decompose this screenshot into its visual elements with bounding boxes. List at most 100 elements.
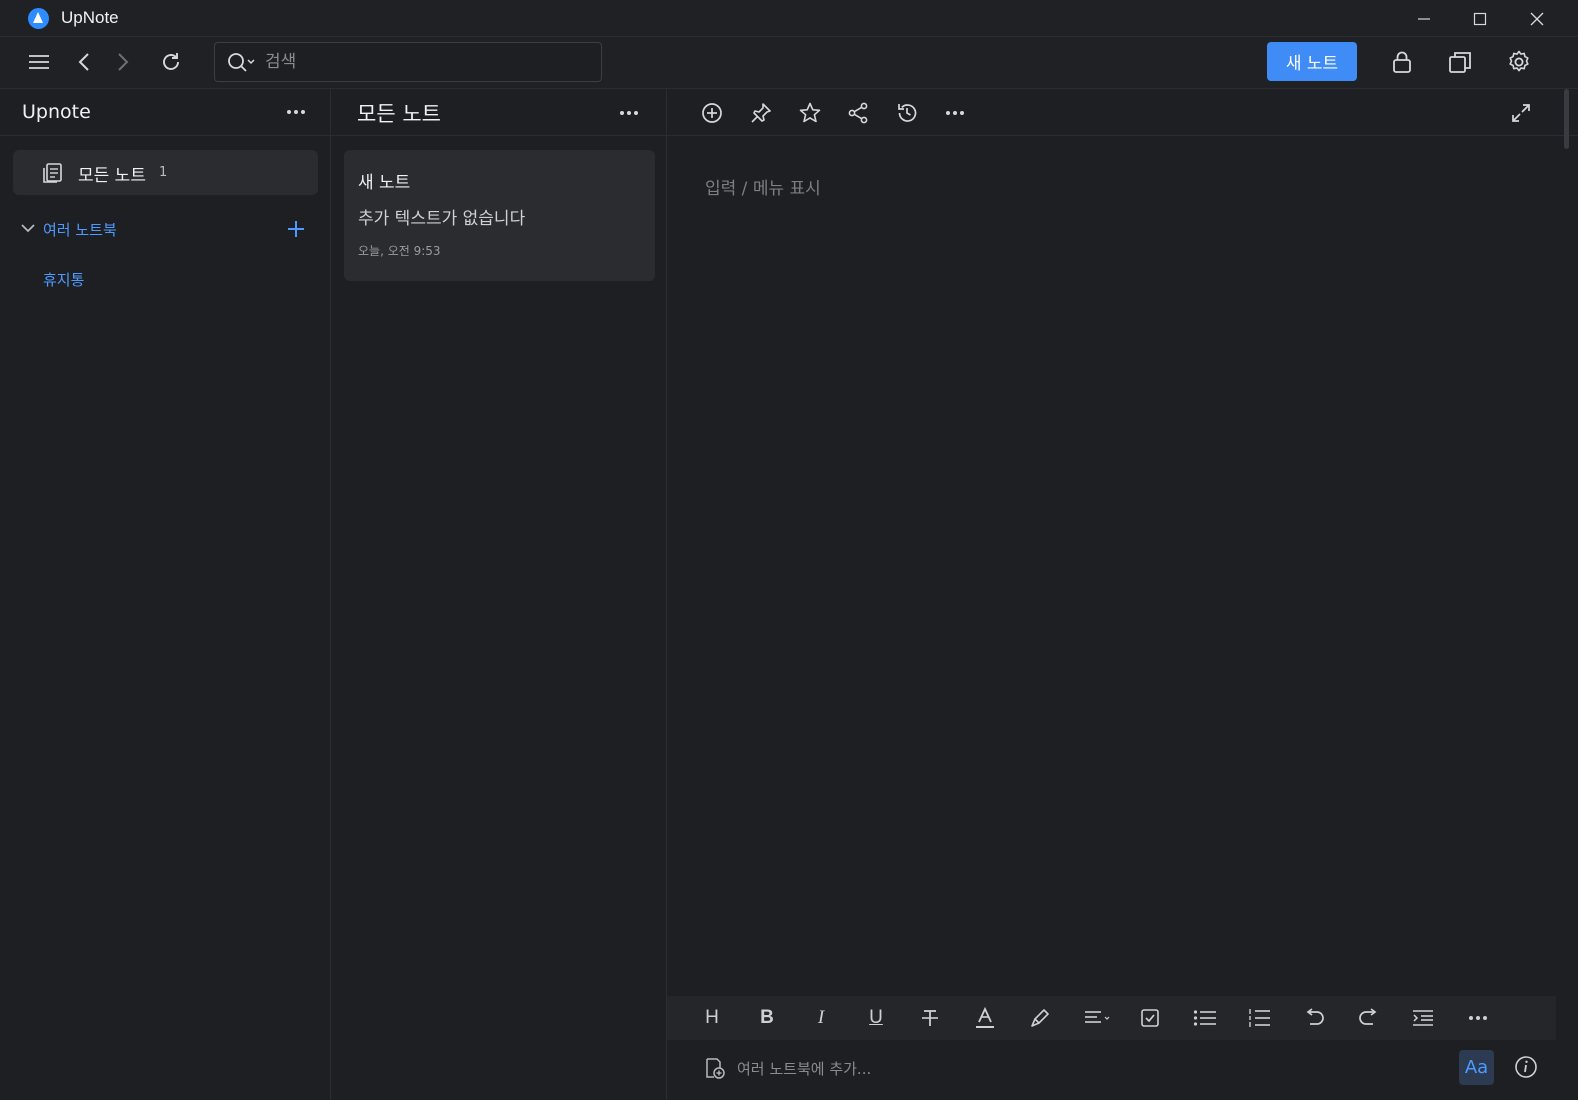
star-icon xyxy=(799,102,821,123)
text-color-button[interactable] xyxy=(968,1003,1002,1033)
plus-icon xyxy=(288,221,304,237)
forward-button[interactable] xyxy=(105,44,141,80)
highlighter-icon xyxy=(1031,1009,1049,1027)
add-notebook-icon[interactable] xyxy=(703,1057,725,1079)
note-date: 오늘, 오전 9:53 xyxy=(358,244,441,258)
sidebar-item-trash[interactable]: 휴지통 xyxy=(43,269,84,290)
search-icon xyxy=(227,52,259,74)
share-icon xyxy=(848,102,868,124)
app-logo-icon xyxy=(28,8,49,29)
note-list-title: 모든 노트 xyxy=(357,102,441,126)
more-horizontal-icon xyxy=(620,111,638,115)
align-left-icon xyxy=(1085,1011,1110,1023)
strikethrough-icon xyxy=(922,1010,938,1026)
main-toolbar: 새 노트 xyxy=(0,37,1578,89)
editor-scrollbar[interactable] xyxy=(1564,89,1569,149)
more-horizontal-icon xyxy=(946,111,964,115)
history-icon xyxy=(898,104,917,122)
underline-button[interactable]: U xyxy=(859,1003,893,1033)
all-notes-count: 1 xyxy=(159,165,168,180)
sidebar: Upnote 모든 노트 1 여러 노트북 휴지통 xyxy=(0,89,331,1100)
sidebar-item-all-notes[interactable]: 모든 노트 1 xyxy=(13,150,318,195)
editor-more-button[interactable] xyxy=(939,98,971,128)
hamburger-icon xyxy=(29,55,49,69)
new-note-button[interactable]: 새 노트 xyxy=(1267,42,1357,81)
bullet-list-icon xyxy=(1193,1010,1216,1026)
chevron-left-icon xyxy=(78,53,89,71)
highlight-button[interactable] xyxy=(1023,1003,1057,1033)
search-box[interactable] xyxy=(214,42,602,82)
notes-icon xyxy=(41,162,63,184)
heading-button[interactable]: H xyxy=(695,1003,729,1033)
maximize-button[interactable] xyxy=(1460,4,1500,34)
info-button[interactable] xyxy=(1513,1054,1539,1080)
new-window-button[interactable] xyxy=(1442,44,1478,80)
search-input[interactable] xyxy=(265,49,585,75)
notebooks-label: 여러 노트북 xyxy=(43,221,117,239)
indent-button[interactable] xyxy=(1406,1003,1440,1033)
chevron-down-icon[interactable] xyxy=(20,223,36,233)
align-button[interactable] xyxy=(1078,1003,1118,1033)
redo-button[interactable] xyxy=(1352,1003,1386,1033)
sidebar-header: Upnote xyxy=(0,89,330,136)
checkbox-icon xyxy=(1141,1009,1159,1027)
favorite-button[interactable] xyxy=(794,98,826,128)
pin-icon xyxy=(751,103,771,123)
expand-button[interactable] xyxy=(1505,98,1537,128)
pin-button[interactable] xyxy=(745,98,777,128)
all-notes-label: 모든 노트 xyxy=(78,166,146,186)
sidebar-more-button[interactable] xyxy=(281,100,311,124)
checklist-button[interactable] xyxy=(1133,1003,1167,1033)
note-list-panel: 모든 노트 새 노트 추가 텍스트가 없습니다 오늘, 오전 9:53 xyxy=(331,89,667,1100)
sidebar-item-notebooks[interactable]: 여러 노트북 xyxy=(0,214,330,244)
window-title: UpNote xyxy=(61,8,119,27)
note-title: 새 노트 xyxy=(358,173,411,193)
minimize-icon xyxy=(1418,18,1430,20)
editor-panel: 입력 / 메뉴 표시 H B I U 여러 노트북에 추가... Aa xyxy=(667,89,1578,1100)
refresh-button[interactable] xyxy=(153,44,189,80)
undo-icon xyxy=(1306,1008,1324,1025)
sidebar-title: Upnote xyxy=(22,101,91,123)
redo-icon xyxy=(1359,1008,1377,1025)
chevron-right-icon xyxy=(118,53,129,71)
editor-toolbar xyxy=(667,89,1578,136)
plus-circle-icon xyxy=(702,103,722,123)
share-button[interactable] xyxy=(842,98,874,128)
italic-button[interactable]: I xyxy=(804,1003,838,1033)
font-settings-button[interactable]: Aa xyxy=(1459,1050,1494,1085)
note-preview: 추가 텍스트가 없습니다 xyxy=(358,209,526,229)
more-horizontal-icon xyxy=(1469,1016,1487,1020)
menu-button[interactable] xyxy=(21,44,57,80)
add-to-notebook-input[interactable]: 여러 노트북에 추가... xyxy=(737,1058,871,1079)
back-button[interactable] xyxy=(66,44,102,80)
editor-footer: 여러 노트북에 추가... Aa xyxy=(667,1044,1578,1090)
close-icon xyxy=(1530,12,1544,26)
note-list-more-button[interactable] xyxy=(614,101,644,125)
note-list-header: 모든 노트 xyxy=(331,89,666,136)
copy-window-icon xyxy=(1449,52,1471,73)
close-window-button[interactable] xyxy=(1517,4,1557,34)
lock-button[interactable] xyxy=(1384,44,1420,80)
minimize-button[interactable] xyxy=(1404,4,1444,34)
maximize-icon xyxy=(1473,12,1487,26)
editor-placeholder[interactable]: 입력 / 메뉴 표시 xyxy=(705,174,821,199)
note-card[interactable]: 새 노트 추가 텍스트가 없습니다 오늘, 오전 9:53 xyxy=(344,150,655,281)
refresh-icon xyxy=(163,53,179,70)
numbered-list-icon xyxy=(1249,1009,1270,1027)
format-more-button[interactable] xyxy=(1461,1003,1495,1033)
more-horizontal-icon xyxy=(287,110,305,114)
gear-icon xyxy=(1509,50,1529,72)
undo-button[interactable] xyxy=(1297,1003,1331,1033)
text-color-icon xyxy=(976,1007,994,1028)
settings-button[interactable] xyxy=(1501,44,1537,80)
bold-button[interactable]: B xyxy=(750,1003,784,1033)
history-button[interactable] xyxy=(891,98,923,128)
info-icon xyxy=(1515,1056,1537,1078)
bullet-list-button[interactable] xyxy=(1188,1003,1222,1033)
strikethrough-button[interactable] xyxy=(913,1003,947,1033)
numbered-list-button[interactable] xyxy=(1242,1003,1276,1033)
format-toolbar: H B I U xyxy=(667,996,1556,1040)
add-notebook-button[interactable] xyxy=(286,219,306,239)
add-button[interactable] xyxy=(696,98,728,128)
indent-icon xyxy=(1413,1010,1433,1026)
